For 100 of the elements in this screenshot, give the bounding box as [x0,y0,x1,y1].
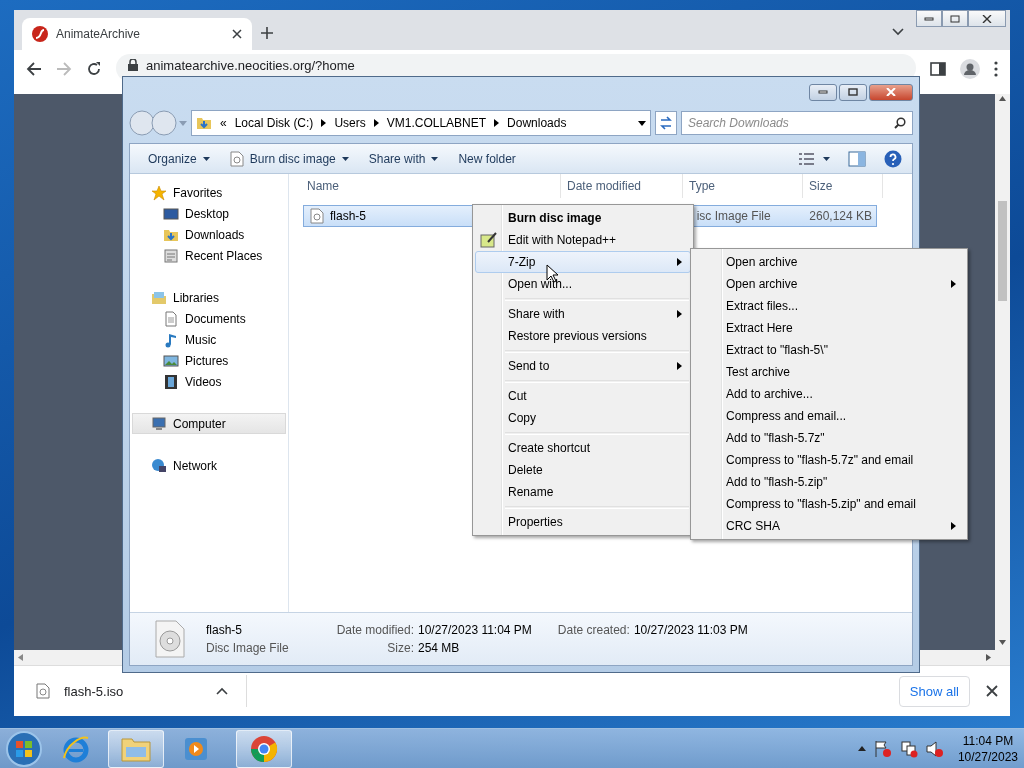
close-icon[interactable] [232,29,242,39]
file-type: Disc Image File [206,641,290,655]
menu-item[interactable]: Open with... [475,273,691,295]
nav-item[interactable]: Pictures [132,350,286,371]
disc-file-icon [36,683,50,699]
menu-item[interactable]: Add to "flash-5.zip" [693,471,965,493]
chevron-down-icon[interactable] [892,28,904,36]
toolbar-button[interactable]: Burn disc image [221,146,357,171]
caret-icon[interactable] [857,746,866,751]
menu-icon[interactable] [994,61,998,77]
nav-item[interactable]: Music [132,329,286,350]
toolbar-button[interactable]: Share with [360,146,447,171]
menu-item[interactable]: Burn disc image [475,207,691,229]
refresh-button[interactable] [655,111,677,135]
menu-item[interactable]: Add to archive... [693,383,965,405]
search-field[interactable]: Search Downloads [681,111,913,135]
close-icon[interactable] [986,685,998,697]
film-icon [163,373,179,390]
menu-item[interactable]: Extract Here [693,317,965,339]
scroll-thumb[interactable] [998,200,1007,301]
menu-item[interactable]: Compress and email... [693,405,965,427]
menu-item[interactable]: Copy [475,407,691,429]
new-tab-icon[interactable] [260,26,274,40]
menu-item[interactable]: Open archive [693,251,965,273]
menu-item[interactable]: Extract files... [693,295,965,317]
menu-item[interactable]: Delete [475,459,691,481]
nav-item[interactable]: Desktop [132,203,286,224]
profile-icon[interactable] [960,59,980,79]
menu-item[interactable]: Compress to "flash-5.zip" and email [693,493,965,515]
column-header[interactable]: Name [289,174,561,198]
nav-item[interactable]: Recent Places [132,245,286,266]
nav-item[interactable]: Documents [132,308,286,329]
disc-file-icon [154,620,186,658]
help-icon[interactable] [884,149,902,168]
scroll-up-icon[interactable] [999,96,1006,101]
menu-item[interactable]: 7-Zip [475,251,691,273]
breadcrumb-item[interactable]: VM1.COLLABNET [386,116,487,130]
restore-icon [950,14,960,23]
url-text: animatearchive.neocities.org/?home [146,57,356,73]
breadcrumb-item[interactable]: Users [334,116,366,130]
menu-item[interactable]: Test archive [693,361,965,383]
scroll-left-icon[interactable] [18,654,23,661]
maximize-button[interactable] [839,83,867,101]
globe-icon [151,457,167,474]
menu-item[interactable]: Properties [475,511,691,533]
nav-item[interactable]: Videos [132,371,286,392]
nav-item[interactable]: Downloads [132,224,286,245]
file-size: 260,124 KB [809,209,872,223]
address-bar[interactable]: « Local Disk (C:) Users VM1.COLLABNET Downloads [191,110,651,136]
toolbar-button[interactable]: Organize [140,146,218,171]
breadcrumb-overflow[interactable]: « [220,116,227,130]
clock-date: 10/27/2023 [957,749,1018,764]
scroll-down-icon[interactable] [999,640,1006,645]
side-panel-icon[interactable] [930,61,946,77]
close-icon [982,14,992,23]
menu-item[interactable]: Compress to "flash-5.7z" and email [693,449,965,471]
chevron-right-icon [494,119,500,127]
browser-tab[interactable]: AnimateArchive [22,18,252,50]
scroll-right-icon[interactable] [986,654,991,661]
menu-item[interactable]: Send to [475,355,691,377]
menu-item[interactable]: Rename [475,481,691,503]
minimize-button[interactable] [916,10,942,27]
flag-icon[interactable] [873,739,892,758]
menu-item[interactable]: Create shortcut [475,437,691,459]
menu-item[interactable]: Extract to "flash-5\" [693,339,965,361]
nav-item[interactable]: Favorites [132,182,286,203]
start-button[interactable] [4,729,44,768]
menu-item[interactable]: Restore previous versions [475,325,691,347]
menu-item[interactable]: Open archive [693,273,965,295]
nav-item[interactable]: Network [132,455,286,476]
show-all-button[interactable]: Show all [898,675,970,707]
network-icon[interactable] [899,739,918,758]
breadcrumb-item[interactable]: Downloads [507,116,567,130]
clock[interactable]: 11:04 PM 10/27/2023 [957,733,1018,764]
menu-item[interactable]: Add to "flash-5.7z" [693,427,965,449]
menu-item[interactable]: CRC SHA [693,515,965,537]
close-button[interactable] [968,10,1006,27]
taskbar-app[interactable] [236,729,292,768]
column-header[interactable]: Date modified [561,174,683,198]
document-icon [163,310,179,327]
column-header[interactable]: Size [803,174,883,198]
vertical-scrollbar[interactable] [995,94,1010,665]
nav-item[interactable]: Libraries [132,287,286,308]
menu-item[interactable]: Cut [475,385,691,407]
caret-icon[interactable] [638,120,646,126]
menu-item[interactable]: Share with [475,303,691,325]
view-options-icon[interactable] [798,151,830,166]
maximize-icon [848,88,858,96]
nav-item[interactable]: Computer [132,413,286,434]
speaker-icon[interactable] [925,739,944,758]
minimize-button[interactable] [809,83,837,101]
toolbar-button[interactable]: New folder [450,146,524,171]
menu-item[interactable]: Edit with Notepad++ [475,229,691,251]
back-icon[interactable] [26,61,42,77]
maximize-button[interactable] [942,10,968,27]
breadcrumb-item[interactable]: Local Disk (C:) [234,116,314,130]
download-item[interactable]: flash-5.iso [14,675,247,707]
column-header[interactable]: Type [683,174,803,198]
disc-file-icon [310,208,324,224]
reload-icon[interactable] [86,61,102,77]
